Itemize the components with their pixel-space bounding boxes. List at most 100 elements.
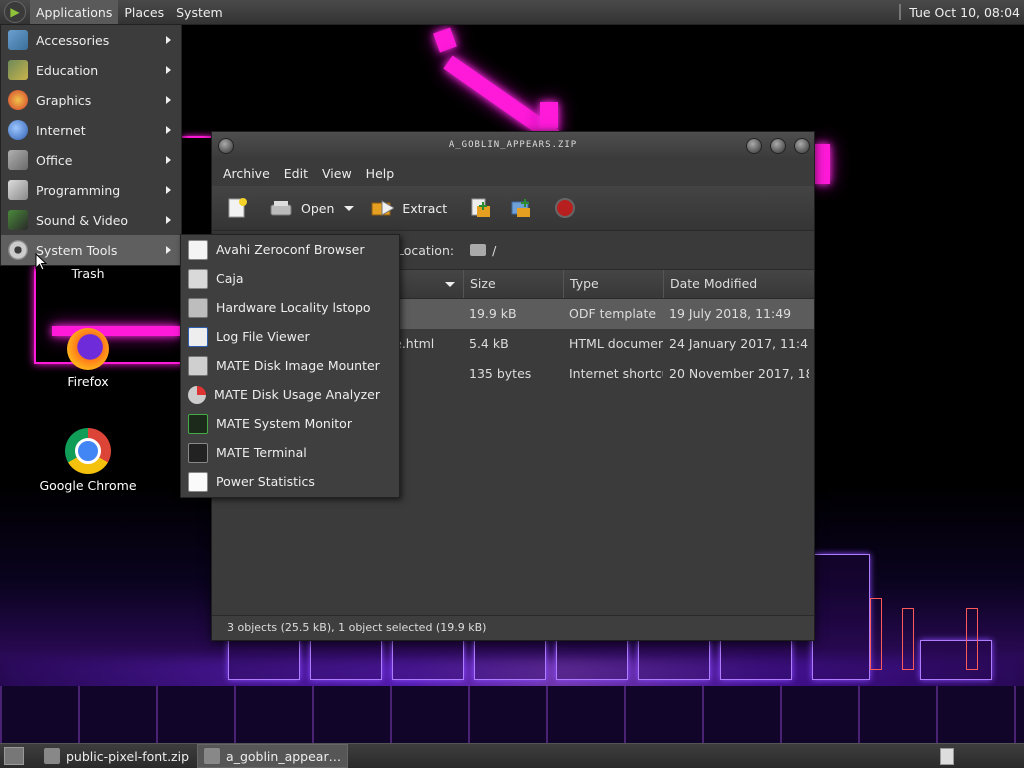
submenu-item-avahi-zeroconf-browser[interactable]: Avahi Zeroconf Browser bbox=[181, 235, 399, 264]
show-desktop-icon[interactable] bbox=[4, 747, 24, 765]
menu-item-internet[interactable]: Internet bbox=[1, 115, 181, 145]
desktop-icon-chrome[interactable]: Google Chrome bbox=[38, 428, 138, 493]
pixel-character bbox=[902, 608, 914, 670]
submenu-item-hardware-locality-lstopo[interactable]: Hardware Locality lstopo bbox=[181, 293, 399, 322]
accessories-icon bbox=[8, 30, 28, 50]
task-public-pixel-font[interactable]: public-pixel-font.zip bbox=[38, 745, 195, 767]
menu-item-graphics[interactable]: Graphics bbox=[1, 85, 181, 115]
submenu-item-label: MATE Terminal bbox=[216, 445, 307, 460]
menu-item-label: Programming bbox=[36, 182, 121, 198]
add-files-icon bbox=[469, 196, 493, 220]
archive-icon bbox=[204, 748, 221, 764]
top-panel: ▶ Applications Places System Tue Oct 10,… bbox=[0, 0, 1024, 25]
server-rack bbox=[310, 640, 382, 680]
menu-item-label: System Tools bbox=[36, 242, 118, 258]
hardware-icon bbox=[188, 297, 208, 318]
submenu-item-power-statistics[interactable]: Power Statistics bbox=[181, 467, 399, 496]
mate-logo-icon[interactable]: ▶ bbox=[4, 1, 26, 23]
menu-edit[interactable]: Edit bbox=[277, 166, 315, 181]
extract-button[interactable]: Extract bbox=[365, 190, 452, 226]
menu-item-label: Accessories bbox=[36, 32, 110, 48]
submenu-item-caja[interactable]: Caja bbox=[181, 264, 399, 293]
cell-size: 19.9 kB bbox=[469, 306, 517, 321]
menu-item-accessories[interactable]: Accessories bbox=[1, 25, 181, 55]
chevron-right-icon bbox=[166, 156, 171, 164]
menu-item-label: Education bbox=[36, 62, 99, 78]
disk-usage-icon bbox=[188, 385, 206, 404]
menu-bar: Archive Edit View Help bbox=[212, 160, 814, 186]
cell-type: Internet shortcut bbox=[569, 366, 663, 381]
sort-chevron-icon[interactable] bbox=[445, 282, 455, 287]
new-document-icon bbox=[225, 196, 249, 220]
submenu-item-mate-terminal[interactable]: MATE Terminal bbox=[181, 438, 399, 467]
panel-separator bbox=[899, 4, 902, 20]
server-rack bbox=[812, 554, 870, 680]
submenu-item-label: MATE Disk Usage Analyzer bbox=[214, 387, 381, 402]
places-menu-button[interactable]: Places bbox=[118, 0, 170, 24]
system-menu-button[interactable]: System bbox=[170, 0, 229, 24]
menu-item-education[interactable]: Education bbox=[1, 55, 181, 85]
new-archive-button[interactable] bbox=[220, 190, 254, 226]
chevron-right-icon bbox=[166, 66, 171, 74]
submenu-item-label: Hardware Locality lstopo bbox=[216, 300, 371, 315]
system-tools-submenu: Avahi Zeroconf Browser Caja Hardware Local… bbox=[180, 234, 400, 498]
submenu-item-label: MATE System Monitor bbox=[216, 416, 352, 431]
chevron-right-icon bbox=[166, 216, 171, 224]
server-rack bbox=[392, 640, 464, 680]
mouse-cursor-icon bbox=[35, 253, 47, 271]
add-folder-button[interactable] bbox=[504, 190, 538, 226]
chevron-right-icon bbox=[166, 96, 171, 104]
neon-stroke bbox=[443, 55, 560, 144]
open-archive-button[interactable]: Open bbox=[264, 190, 339, 226]
open-dropdown-button[interactable] bbox=[339, 190, 359, 226]
desktop-icon-firefox[interactable]: Firefox bbox=[38, 328, 138, 389]
workspace-switcher[interactable] bbox=[940, 748, 954, 765]
close-button[interactable] bbox=[794, 138, 810, 154]
cell-size: 5.4 kB bbox=[469, 336, 509, 351]
magnifier-icon bbox=[188, 239, 208, 260]
location-path[interactable]: / bbox=[492, 243, 496, 258]
clock[interactable]: Tue Oct 10, 08:04 bbox=[899, 0, 1020, 24]
menu-item-label: Sound & Video bbox=[36, 212, 129, 228]
menu-item-label: Graphics bbox=[36, 92, 92, 108]
task-label: a_goblin_appear… bbox=[226, 748, 342, 764]
cell-date: 20 November 2017, 18… bbox=[669, 366, 809, 381]
submenu-item-mate-system-monitor[interactable]: MATE System Monitor bbox=[181, 409, 399, 438]
terminal-icon bbox=[188, 442, 208, 463]
menu-item-system-tools[interactable]: System Tools bbox=[1, 235, 181, 265]
internet-icon bbox=[8, 120, 28, 140]
drive-open-icon bbox=[269, 196, 293, 220]
task-a-goblin-appears[interactable]: a_goblin_appear… bbox=[197, 744, 349, 768]
extract-icon bbox=[370, 196, 395, 220]
window-titlebar[interactable]: A_GOBLIN_APPEARS.ZIP bbox=[212, 132, 814, 160]
applications-menu-button[interactable]: Applications bbox=[30, 0, 119, 24]
column-size[interactable]: Size bbox=[463, 270, 496, 298]
log-viewer-icon bbox=[188, 326, 208, 347]
submenu-item-mate-disk-usage-analyzer[interactable]: MATE Disk Usage Analyzer bbox=[181, 380, 399, 409]
add-folder-icon bbox=[509, 196, 533, 220]
submenu-item-mate-disk-image-mounter[interactable]: MATE Disk Image Mounter bbox=[181, 351, 399, 380]
sound-video-icon bbox=[8, 210, 28, 230]
chevron-right-icon bbox=[166, 126, 171, 134]
submenu-item-label: Power Statistics bbox=[216, 474, 315, 489]
column-type[interactable]: Type bbox=[563, 270, 599, 298]
menu-item-programming[interactable]: Programming bbox=[1, 175, 181, 205]
folder-icon bbox=[470, 244, 487, 256]
menu-item-label: Internet bbox=[36, 122, 86, 138]
menu-view[interactable]: View bbox=[315, 166, 359, 181]
cell-size: 135 bytes bbox=[469, 366, 532, 381]
server-rack bbox=[228, 640, 300, 680]
server-rack bbox=[920, 640, 992, 680]
menu-archive[interactable]: Archive bbox=[216, 166, 277, 181]
submenu-item-log-file-viewer[interactable]: Log File Viewer bbox=[181, 322, 399, 351]
minimize-button[interactable] bbox=[746, 138, 762, 154]
open-label: Open bbox=[301, 200, 335, 216]
maximize-button[interactable] bbox=[770, 138, 786, 154]
column-date-modified[interactable]: Date Modified bbox=[663, 270, 757, 298]
menu-help[interactable]: Help bbox=[359, 166, 402, 181]
add-files-button[interactable] bbox=[464, 190, 498, 226]
menu-item-sound-video[interactable]: Sound & Video bbox=[1, 205, 181, 235]
stop-button[interactable] bbox=[548, 190, 582, 226]
server-rack bbox=[474, 640, 546, 680]
menu-item-office[interactable]: Office bbox=[1, 145, 181, 175]
